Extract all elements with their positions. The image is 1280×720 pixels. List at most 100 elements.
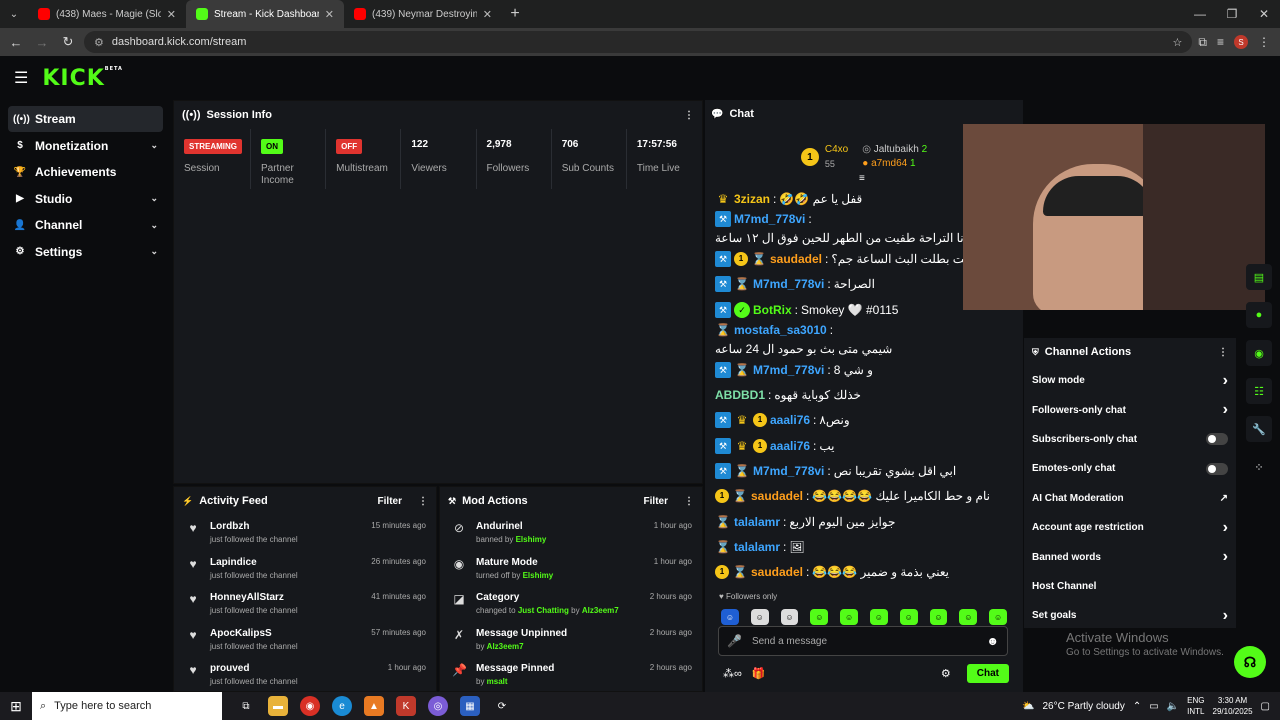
support-chat-icon[interactable]: ☊ [1234, 646, 1266, 678]
chevron-down-icon[interactable]: ⌄ [150, 140, 158, 151]
chevron-down-icon[interactable]: ⌄ [150, 193, 158, 204]
taskbar-search[interactable]: ⌕ Type here to search [32, 692, 222, 720]
mod-action-actor[interactable]: Just Chatting [518, 606, 569, 615]
channel-action-followers-only-chat[interactable]: Followers-only chat › [1024, 395, 1236, 424]
minimize-button[interactable]: — [1184, 7, 1216, 21]
activity-row[interactable]: ♥ Lapindice just followed the channel 26 mi… [174, 551, 436, 587]
chrome-icon[interactable]: ◉ [300, 696, 320, 716]
emote-icon[interactable]: ☺ [869, 609, 888, 625]
chat-username[interactable]: talalamr [734, 539, 780, 555]
sidebar-item-achievements[interactable]: 🏆 Achievements [8, 159, 163, 185]
browser-menu-icon[interactable]: ⋮ [1258, 35, 1270, 49]
mod-action-row[interactable]: 📌 Message Pinned by msalt 2 hours ago [440, 657, 702, 691]
chat-username[interactable]: saudadel [751, 488, 803, 504]
more-options-icon[interactable]: ⋮ [418, 496, 428, 507]
wrench-icon[interactable]: 🔧 [1246, 416, 1272, 442]
external-link-icon[interactable]: ↗ [1220, 493, 1228, 504]
gift-icon[interactable]: 🎁 [752, 667, 766, 680]
chevron-right-icon[interactable]: › [1223, 548, 1228, 566]
chat-username[interactable]: M7md_778vi [753, 362, 824, 378]
emote-icon[interactable]: ☺ [929, 609, 948, 625]
notes-icon[interactable]: ▤ [1246, 264, 1272, 290]
more-options-icon[interactable]: ⋮ [684, 496, 694, 507]
chat-username[interactable]: BotRix [753, 302, 792, 318]
chat-username[interactable]: M7md_778vi [753, 276, 824, 292]
tab-close-icon[interactable]: ✕ [483, 8, 492, 21]
reload-button[interactable]: ↻ [58, 34, 78, 50]
leader-name[interactable]: a7md64 [871, 158, 907, 169]
tray-chevron-icon[interactable]: ⌃ [1133, 701, 1141, 712]
activity-filter-button[interactable]: Filter [378, 496, 402, 507]
send-chat-button[interactable]: Chat [966, 663, 1009, 683]
chevron-right-icon[interactable]: › [1223, 519, 1228, 537]
channel-action-account-age-restriction[interactable]: Account age restriction › [1024, 513, 1236, 542]
tab-close-icon[interactable]: ✕ [167, 8, 176, 21]
bookmark-star-icon[interactable]: ☆ [1173, 36, 1183, 49]
chat-username[interactable]: M7md_778vi [753, 463, 824, 479]
browser-tab[interactable]: (438) Maes - Magie (Slowed - ✕ [28, 0, 186, 28]
emote-icon[interactable]: ☺ [721, 609, 739, 625]
chat-username[interactable]: saudadel [770, 251, 822, 267]
file-explorer-icon[interactable]: ▬ [268, 696, 288, 716]
network-icon[interactable]: ▭ [1149, 701, 1158, 712]
mod-action-row[interactable]: ⊘ Andurinel banned by Elshimy 1 hour ago [440, 515, 702, 551]
mod-action-actor[interactable]: Alz3eem7 [582, 606, 619, 615]
restore-button[interactable]: ❐ [1216, 7, 1248, 21]
mod-action-row[interactable]: ✗ Message Unpinned by Alz3eem7 2 hours ago [440, 622, 702, 658]
sidebar-item-monetization[interactable]: $ Monetization ⌄ [8, 133, 163, 159]
leader-name[interactable]: C4xo [825, 143, 848, 157]
emote-icon[interactable]: ☺ [750, 609, 769, 625]
more-options-icon[interactable]: ⋮ [1218, 347, 1228, 358]
kick-app-icon[interactable]: K [396, 696, 416, 716]
back-button[interactable]: ← [6, 35, 26, 50]
close-window-button[interactable]: ✕ [1248, 7, 1280, 21]
channel-action-set-goals[interactable]: Set goals › [1024, 601, 1236, 630]
chat-username[interactable]: ABDBD1 [715, 387, 765, 403]
channel-action-emotes-only-chat[interactable]: Emotes-only chat [1024, 454, 1236, 483]
chevron-down-icon[interactable]: ⌄ [150, 246, 158, 257]
emote-icon[interactable]: ☺ [780, 609, 799, 625]
mod-action-actor[interactable]: msalt [487, 677, 508, 686]
activity-username[interactable]: Lordbzh [210, 521, 361, 532]
chat-settings-icon[interactable]: ⚙ [941, 667, 951, 680]
language-indicator[interactable]: ENG INTL [1187, 695, 1204, 717]
chevron-right-icon[interactable]: › [1223, 401, 1228, 419]
collapse-icon[interactable]: ≡ [859, 173, 865, 184]
channel-action-slow-mode[interactable]: Slow mode › [1024, 366, 1236, 395]
chevron-right-icon[interactable]: › [1223, 607, 1228, 625]
toggle-switch[interactable] [1206, 462, 1228, 475]
weather-text[interactable]: 26°C Partly cloudy [1042, 701, 1124, 712]
windows-start-icon[interactable]: ⊞ [0, 698, 32, 715]
app-icon[interactable]: ◎ [428, 696, 448, 716]
activity-username[interactable]: prouved [210, 663, 378, 674]
chat-bubble-icon[interactable]: ● [1246, 302, 1272, 328]
emote-icon[interactable]: ☺ [840, 609, 858, 625]
chat-username[interactable]: mostafa_sa3010 [734, 322, 827, 338]
activity-username[interactable]: Lapindice [210, 557, 361, 568]
layout-icon[interactable]: ☷ [1246, 378, 1272, 404]
activity-row[interactable]: ♥ prouved just followed the channel 1 hour … [174, 657, 436, 691]
browser-tab[interactable]: (439) Neymar Destroying Baye ✕ [344, 0, 502, 28]
app-icon[interactable]: ▲ [364, 696, 384, 716]
chat-message-input[interactable] [751, 635, 977, 647]
chat-input-box[interactable]: 🎤 ☻ [718, 626, 1008, 656]
mod-action-row[interactable]: ◪ Category changed to Just Chatting by Alz… [440, 586, 702, 622]
leader-name[interactable]: Jaltubaikh [874, 144, 919, 155]
mod-action-actor[interactable]: Alz3eem7 [487, 642, 524, 651]
channel-action-banned-words[interactable]: Banned words › [1024, 542, 1236, 571]
mod-action-actor[interactable]: Elshimy [523, 571, 554, 580]
chat-username[interactable]: M7md_778vi [734, 211, 805, 227]
channel-action-subscribers-only-chat[interactable]: Subscribers-only chat [1024, 425, 1236, 454]
chat-username[interactable]: aaali76 [770, 412, 810, 428]
chat-username[interactable]: saudadel [751, 564, 803, 580]
weather-icon[interactable]: ⛅ [1022, 701, 1034, 712]
menu-icon[interactable]: ☰ [14, 68, 28, 88]
browser-tab[interactable]: Stream - Kick Dashboard ✕ [186, 0, 344, 28]
channel-action-host-channel[interactable]: Host Channel [1024, 572, 1236, 601]
new-tab-button[interactable]: + [502, 5, 528, 23]
apps-icon[interactable]: ⁘ [1246, 454, 1272, 480]
toggle-switch[interactable] [1206, 433, 1228, 446]
clock[interactable]: 3:30 AM 29/10/2025 [1213, 695, 1253, 717]
activity-row[interactable]: ♥ Lordbzh just followed the channel 15 minu… [174, 515, 436, 551]
forward-button[interactable]: → [32, 35, 52, 50]
